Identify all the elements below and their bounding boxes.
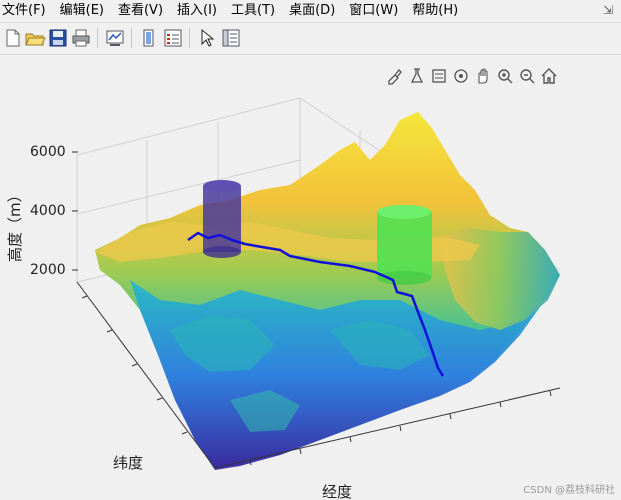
y-axis-label: 纬度 — [113, 454, 143, 472]
zoom-in-icon[interactable] — [496, 66, 514, 86]
obstacle-cylinder-green — [377, 205, 432, 285]
link-plot-icon[interactable] — [104, 27, 126, 49]
z-tick-6000: 6000 — [30, 144, 66, 160]
menu-window[interactable]: 窗口(W) — [343, 0, 406, 22]
property-inspector-icon[interactable] — [220, 27, 242, 49]
figure-toolbar — [0, 24, 621, 55]
z-axis-ticks: 6000 4000 2000 — [30, 144, 78, 278]
menu-tools[interactable]: 工具(T) — [225, 0, 283, 22]
save-icon[interactable] — [47, 27, 69, 49]
z-tick-2000: 2000 — [30, 262, 66, 278]
z-axis-label: 高度（m） — [6, 187, 24, 262]
obstacle-cylinder-purple — [203, 180, 241, 258]
surface-plot[interactable]: 6000 4000 2000 高度（m） 纬度 经度 — [0, 90, 621, 500]
toolbar-separator — [189, 28, 190, 48]
menu-desktop[interactable]: 桌面(D) — [283, 0, 343, 22]
menu-insert[interactable]: 插入(I) — [171, 0, 225, 22]
insert-colorbar-icon[interactable] — [138, 27, 160, 49]
data-tips-icon[interactable] — [408, 66, 426, 86]
terrain-surface — [95, 112, 560, 470]
print-icon[interactable] — [70, 27, 92, 49]
menu-help[interactable]: 帮助(H) — [406, 0, 466, 22]
open-folder-icon[interactable] — [24, 27, 46, 49]
menu-edit[interactable]: 编辑(E) — [54, 0, 112, 22]
x-axis-label: 经度 — [322, 483, 352, 500]
zoom-out-icon[interactable] — [518, 66, 536, 86]
pointer-icon[interactable] — [196, 27, 218, 49]
pin-icon[interactable]: ⇲ — [601, 3, 615, 17]
hand-icon[interactable] — [474, 66, 492, 86]
brush-icon[interactable] — [386, 66, 404, 86]
rotate-icon[interactable] — [452, 66, 470, 86]
new-file-icon[interactable] — [2, 27, 24, 49]
z-tick-4000: 4000 — [30, 203, 66, 219]
menu-file[interactable]: 文件(F) — [0, 0, 54, 22]
menu-bar: 文件(F) 编辑(E) 查看(V) 插入(I) 工具(T) 桌面(D) 窗口(W) 帮助(H) — [0, 0, 621, 23]
home-icon[interactable] — [540, 66, 558, 86]
toolbar-separator — [131, 28, 132, 48]
pan-icon[interactable] — [430, 66, 448, 86]
insert-legend-icon[interactable] — [162, 27, 184, 49]
toolbar-separator — [97, 28, 98, 48]
menu-view[interactable]: 查看(V) — [112, 0, 171, 22]
watermark: CSDN @荔枝科研社 — [523, 485, 615, 496]
